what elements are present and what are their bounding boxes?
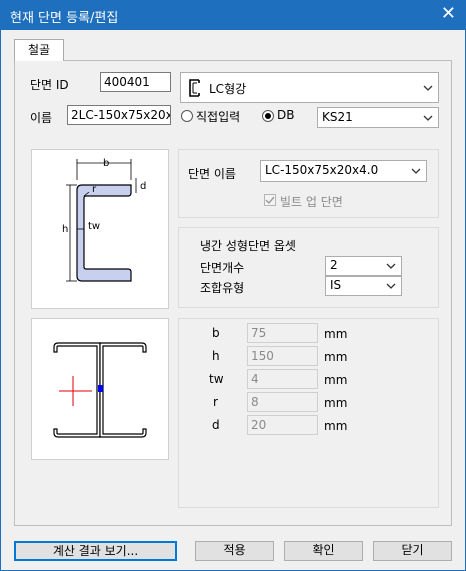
dim-input-d[interactable]: 20 (247, 415, 318, 435)
combo-type-label: 조합유형 (200, 281, 245, 295)
section-name-label: 단면 이름 (188, 167, 236, 181)
direct-input-radio[interactable] (181, 110, 193, 122)
dim-d-label: d (140, 181, 147, 192)
section-type-value: LC형강 (209, 82, 247, 96)
channel-c-icon (189, 79, 200, 97)
dim-h-label: h (62, 224, 69, 235)
db-standard-value: KS21 (322, 110, 353, 124)
built-up-checkbox[interactable] (264, 194, 276, 206)
name-label: 이름 (30, 111, 53, 125)
dim-label-d: d (212, 418, 220, 432)
apply-button[interactable]: 적용 (195, 541, 274, 561)
dim-r-label: r (92, 184, 97, 195)
section-diagram: b d h r tw (31, 149, 169, 309)
dim-unit-h: mm (324, 350, 348, 364)
chevron-down-icon (386, 283, 396, 289)
close-icon[interactable]: ✕ (441, 4, 456, 24)
section-id-label: 단면 ID (30, 78, 69, 92)
dim-label-r: r (213, 395, 218, 409)
section-count-value: 2 (330, 258, 338, 272)
title-bar: 현재 단면 등록/편집 ✕ (0, 0, 466, 30)
dim-unit-b: mm (324, 327, 348, 341)
chevron-down-icon (411, 168, 421, 174)
combined-section-diagram (31, 318, 169, 460)
dim-unit-d: mm (324, 419, 348, 433)
section-count-combo[interactable]: 2 (325, 256, 402, 276)
built-up-label: 빌트 업 단면 (280, 195, 343, 209)
dim-input-b[interactable]: 75 (247, 323, 318, 343)
dim-unit-r: mm (324, 396, 348, 410)
dim-label-tw: tw (209, 372, 224, 386)
dim-label-h: h (212, 349, 220, 363)
chevron-down-icon (386, 263, 396, 269)
chevron-down-icon (423, 115, 433, 121)
section-name-combo[interactable]: LC-150x75x20x4.0 (260, 160, 427, 182)
dim-b-label: b (103, 158, 110, 169)
close-button[interactable]: 닫기 (373, 541, 452, 561)
name-input[interactable]: 2LC-150x75x20x4 (67, 105, 171, 125)
section-name-value: LC-150x75x20x4.0 (265, 163, 379, 177)
dim-tw-label: tw (88, 221, 101, 232)
check-icon (265, 196, 275, 205)
direct-input-label: 직접입력 (196, 110, 241, 124)
dim-input-tw[interactable]: 4 (247, 369, 318, 389)
ok-button[interactable]: 확인 (284, 541, 363, 561)
combo-type-combo[interactable]: IS (325, 276, 402, 296)
tab-steel[interactable]: 철골 (14, 39, 64, 61)
section-type-combo[interactable]: LC형강 (180, 72, 439, 103)
combo-type-value: IS (330, 278, 342, 292)
dim-input-h[interactable]: 150 (247, 346, 318, 366)
cold-formed-title: 냉간 성형단면 옵셋 (200, 239, 296, 253)
window-title: 현재 단면 등록/편집 (10, 11, 119, 26)
dim-label-b: b (212, 326, 220, 340)
double-channel-diagram (53, 342, 147, 438)
dim-input-r[interactable]: 8 (247, 392, 318, 412)
chevron-down-icon (423, 85, 433, 91)
section-count-label: 단면개수 (200, 261, 245, 275)
view-results-button[interactable]: 계산 결과 보기... (14, 541, 177, 561)
db-radio[interactable] (262, 110, 274, 122)
section-id-input[interactable]: 400401 (100, 72, 171, 92)
dim-unit-tw: mm (324, 373, 348, 387)
db-label: DB (277, 108, 295, 122)
db-standard-combo[interactable]: KS21 (317, 107, 439, 128)
